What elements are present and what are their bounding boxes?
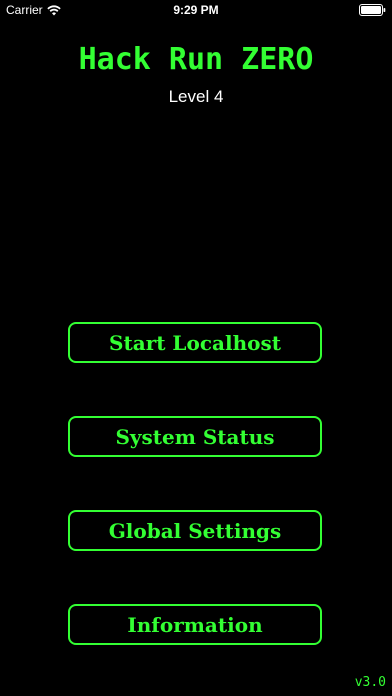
version-label: v3.0 xyxy=(354,675,386,690)
level-label: Level 4 xyxy=(168,87,224,106)
start-localhost-button[interactable]: Start Localhost xyxy=(68,322,322,363)
global-settings-button[interactable]: Global Settings xyxy=(68,510,322,551)
status-time: 9:29 PM xyxy=(173,3,219,17)
status-bar: Carrier 9:29 PM xyxy=(0,0,392,20)
battery-icon xyxy=(359,4,386,16)
app-title: Hack Run ZERO xyxy=(78,42,314,77)
information-button[interactable]: Information xyxy=(68,604,322,645)
system-status-button[interactable]: System Status xyxy=(68,416,322,457)
status-right xyxy=(359,4,386,16)
